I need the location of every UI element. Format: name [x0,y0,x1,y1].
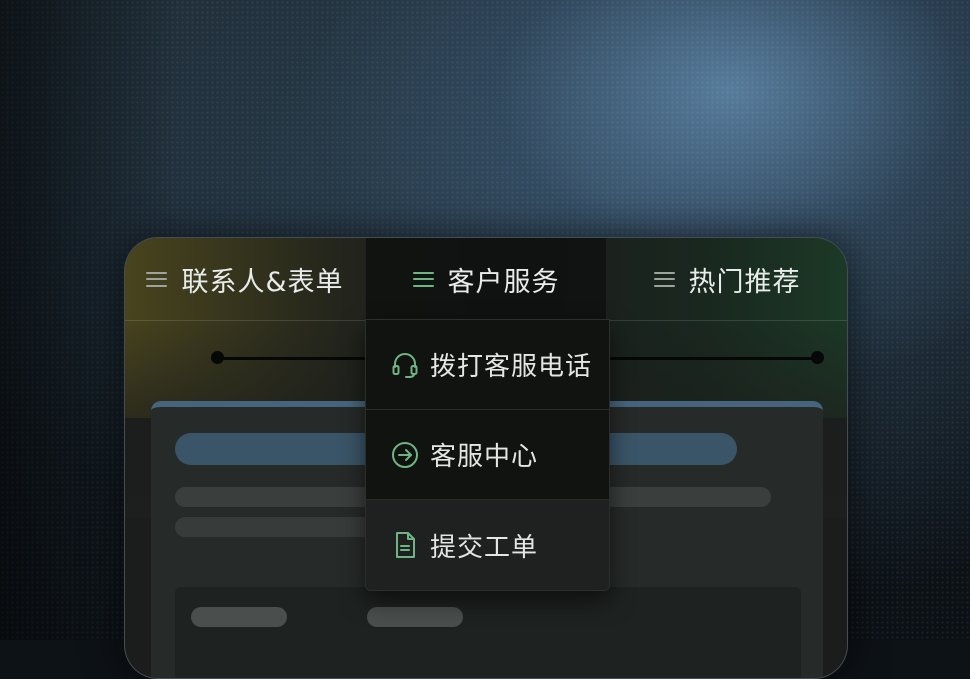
arrow-circle-right-icon [390,440,420,470]
menu-item-label: 提交工单 [430,532,539,563]
tab-hot-recommend[interactable]: 热门推荐 [607,238,847,320]
slider-dot-right [811,351,824,364]
tab-contacts-forms[interactable]: 联系人&表单 [125,238,365,320]
hamburger-icon [653,271,675,287]
menu-item-submit-ticket[interactable]: 提交工单 [366,500,609,590]
menu-item-service-center[interactable]: 客服中心 [366,410,609,500]
menu-item-label: 客服中心 [430,442,539,472]
tab-label: 联系人&表单 [181,266,344,298]
menu-item-call-service[interactable]: 拨打客服电话 [366,320,609,410]
document-icon [390,530,420,560]
skeleton-card [175,587,801,678]
headset-icon [390,350,420,380]
menu-item-label: 拨打客服电话 [430,352,593,382]
skeleton-line [175,517,375,537]
slider-dot-left [211,351,224,364]
customer-service-dropdown: 拨打客服电话 客服中心 提交工单 [365,319,610,591]
skeleton-pill [191,607,287,627]
tab-bar: 联系人&表单 客户服务 热门推荐 [125,238,847,321]
tab-label: 热门推荐 [688,266,801,298]
hamburger-icon [146,271,168,287]
tab-customer-service[interactable]: 客户服务 [365,238,607,320]
hamburger-icon [412,271,434,287]
skeleton-pill [367,607,463,627]
tab-label: 客户服务 [447,266,560,298]
